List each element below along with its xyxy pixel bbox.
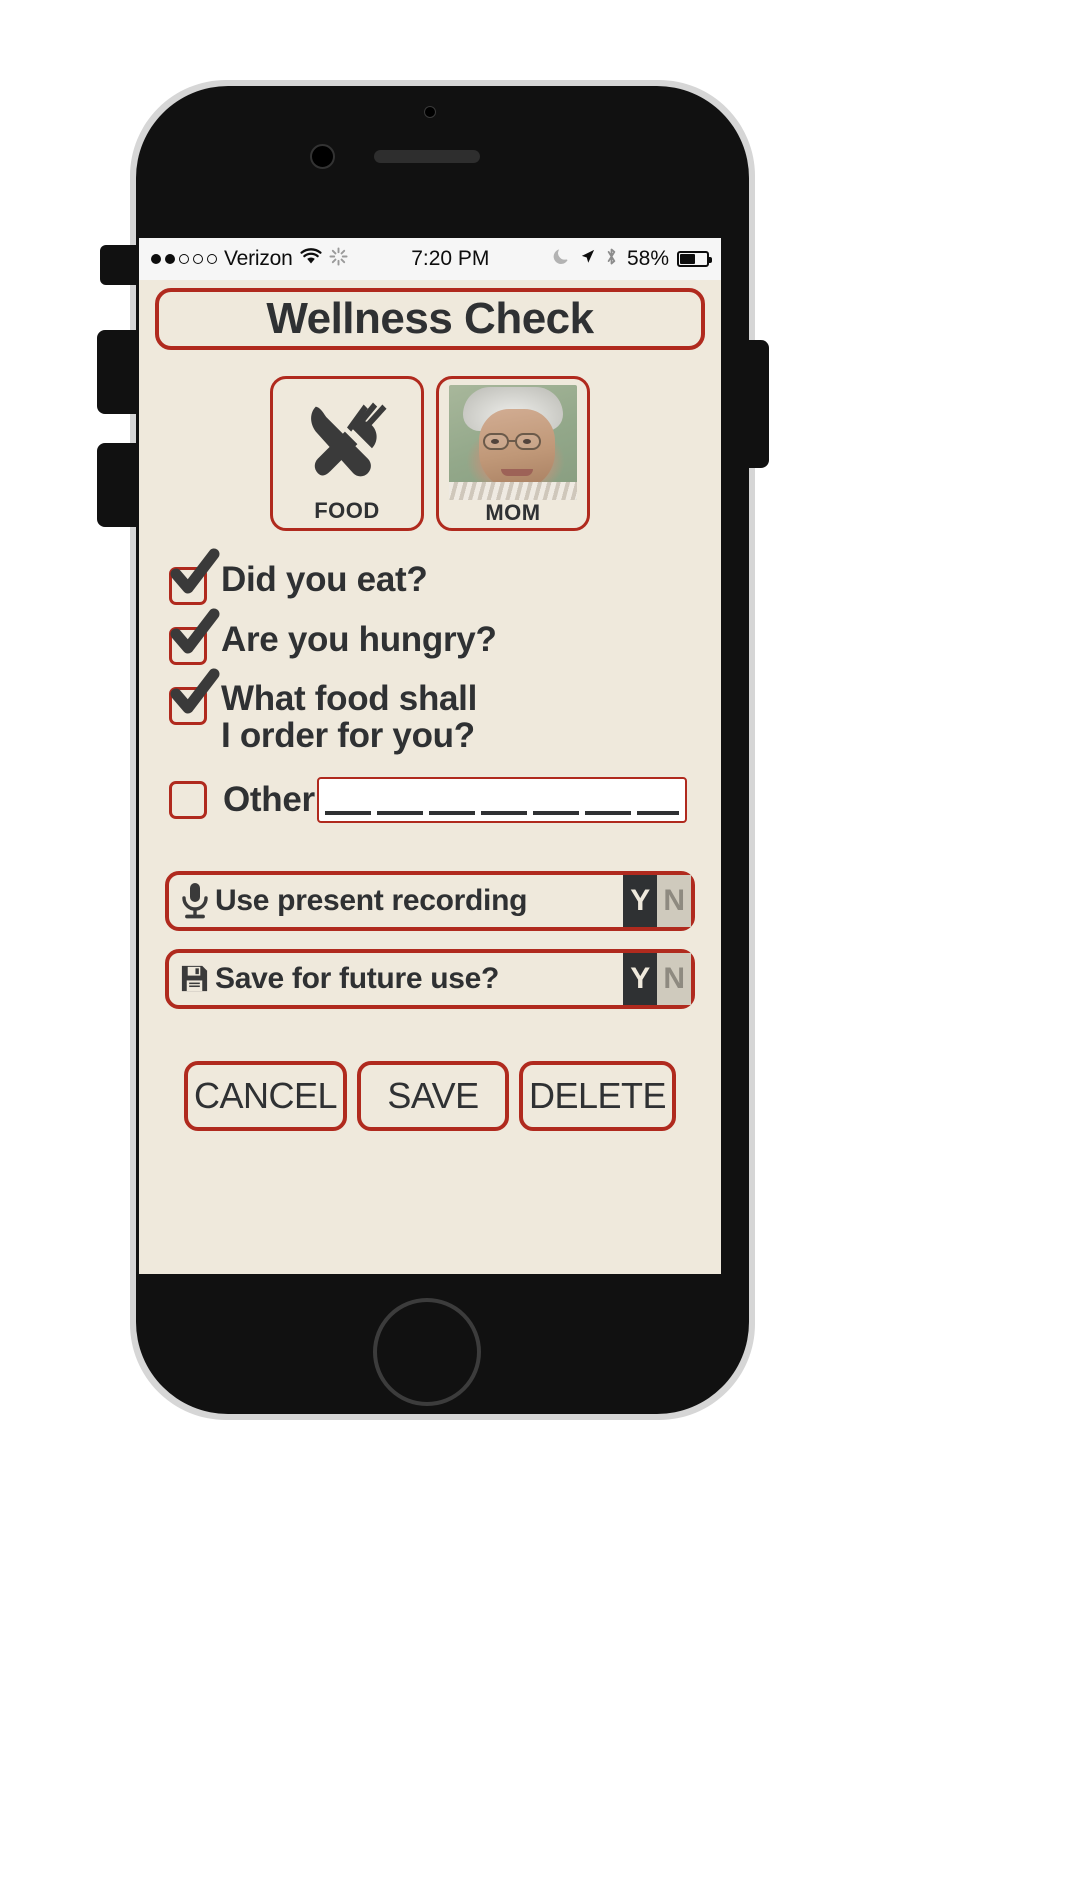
home-button[interactable] <box>373 1298 481 1406</box>
context-cards: FOOD MOM <box>149 376 711 531</box>
page-title: Wellness Check <box>266 294 594 343</box>
screenshot-root: Verizon 7:20 PM 58% Wellness Check FOOD … <box>0 0 1071 1886</box>
checkmark-icon <box>170 548 220 594</box>
question-label-2: Are you hungry? <box>221 620 497 659</box>
proximity-sensor <box>424 106 436 118</box>
card-label-food: FOOD <box>314 498 380 523</box>
card-label-mom: MOM <box>485 500 541 525</box>
action-buttons: CANCEL SAVE DELETE <box>149 1060 711 1131</box>
question-label-3-line-1: What food shall <box>221 679 478 718</box>
option-banners: Use present recording Y N Save for futur… <box>149 870 711 1009</box>
yes-no-toggle-recording[interactable]: Y N <box>623 874 691 927</box>
fork-knife-icon <box>311 401 387 476</box>
other-input[interactable] <box>316 776 687 823</box>
earpiece-speaker <box>374 150 480 163</box>
checkbox-are-you-hungry[interactable] <box>169 608 220 665</box>
signal-dot-4 <box>193 254 203 264</box>
location-arrow-icon <box>579 247 596 271</box>
status-bar-clock: 7:20 PM <box>411 247 490 270</box>
question-label-1: Did you eat? <box>221 560 428 599</box>
app-content: Wellness Check FOOD MOM Did you eat? Are… <box>139 288 721 1131</box>
toggle-no-save-future[interactable]: N <box>657 952 691 1005</box>
cancel-button[interactable]: CANCEL <box>183 1060 347 1131</box>
toggle-yes-recording[interactable]: Y <box>623 874 657 927</box>
signal-strength-dots <box>151 254 217 264</box>
volume-down-button[interactable] <box>97 443 138 527</box>
question-checklist: Did you eat? Are you hungry? What food s… <box>149 548 711 823</box>
checkbox-what-food[interactable] <box>169 668 220 725</box>
card-art <box>439 385 587 500</box>
toggle-no-recording[interactable]: N <box>657 874 691 927</box>
signal-dot-2 <box>165 254 175 264</box>
other-row[interactable]: Other <box>169 776 711 823</box>
moon-icon <box>553 247 571 271</box>
checkmark-icon <box>170 608 220 654</box>
delete-button[interactable]: DELETE <box>519 1060 677 1131</box>
save-button[interactable]: SAVE <box>357 1060 509 1131</box>
battery-icon <box>677 251 712 267</box>
battery-percent-label: 58% <box>626 247 669 270</box>
app-title-bar: Wellness Check <box>155 288 705 350</box>
question-row-2[interactable]: Are you hungry? <box>169 608 711 665</box>
card-mom[interactable]: MOM <box>436 376 590 531</box>
mute-switch[interactable] <box>100 245 138 285</box>
banner-label-recording: Use present recording <box>215 883 528 917</box>
avatar <box>449 385 577 500</box>
signal-dot-5 <box>207 254 217 264</box>
question-label-3-line-2: I order for you? <box>221 715 475 755</box>
power-button[interactable] <box>747 340 769 468</box>
toggle-yes-save-future[interactable]: Y <box>623 952 657 1005</box>
status-bar-left: Verizon <box>151 246 348 272</box>
signal-dot-3 <box>179 254 189 264</box>
bluetooth-icon <box>604 247 619 272</box>
status-bar: Verizon 7:20 PM 58% <box>139 238 721 280</box>
card-food[interactable]: FOOD <box>270 376 424 531</box>
other-label: Other <box>223 779 315 819</box>
banner-label-save-future: Save for future use? <box>215 961 500 995</box>
carrier-label: Verizon <box>224 247 293 270</box>
banner-save-for-future-use[interactable]: Save for future use? Y N <box>165 948 695 1009</box>
spinner-icon <box>329 246 348 272</box>
status-bar-right: 58% <box>553 247 712 272</box>
question-row-1[interactable]: Did you eat? <box>169 548 711 605</box>
wifi-icon <box>300 247 322 271</box>
question-row-3[interactable]: What food shall I order for you? <box>169 668 711 755</box>
banner-use-present-recording[interactable]: Use present recording Y N <box>165 870 695 931</box>
question-label-3: What food shall I order for you? <box>221 679 478 755</box>
volume-up-button[interactable] <box>97 330 138 414</box>
floppy-disk-save-icon <box>179 958 213 1000</box>
checkbox-did-you-eat[interactable] <box>169 548 220 605</box>
microphone-icon <box>179 880 213 922</box>
checkbox-other[interactable] <box>169 780 207 819</box>
card-art <box>273 385 421 498</box>
front-camera <box>310 144 335 169</box>
checkmark-icon <box>170 668 220 714</box>
yes-no-toggle-save-future[interactable]: Y N <box>623 952 691 1005</box>
signal-dot-1 <box>151 254 161 264</box>
phone-screen: Verizon 7:20 PM 58% Wellness Check FOOD … <box>139 238 721 1274</box>
